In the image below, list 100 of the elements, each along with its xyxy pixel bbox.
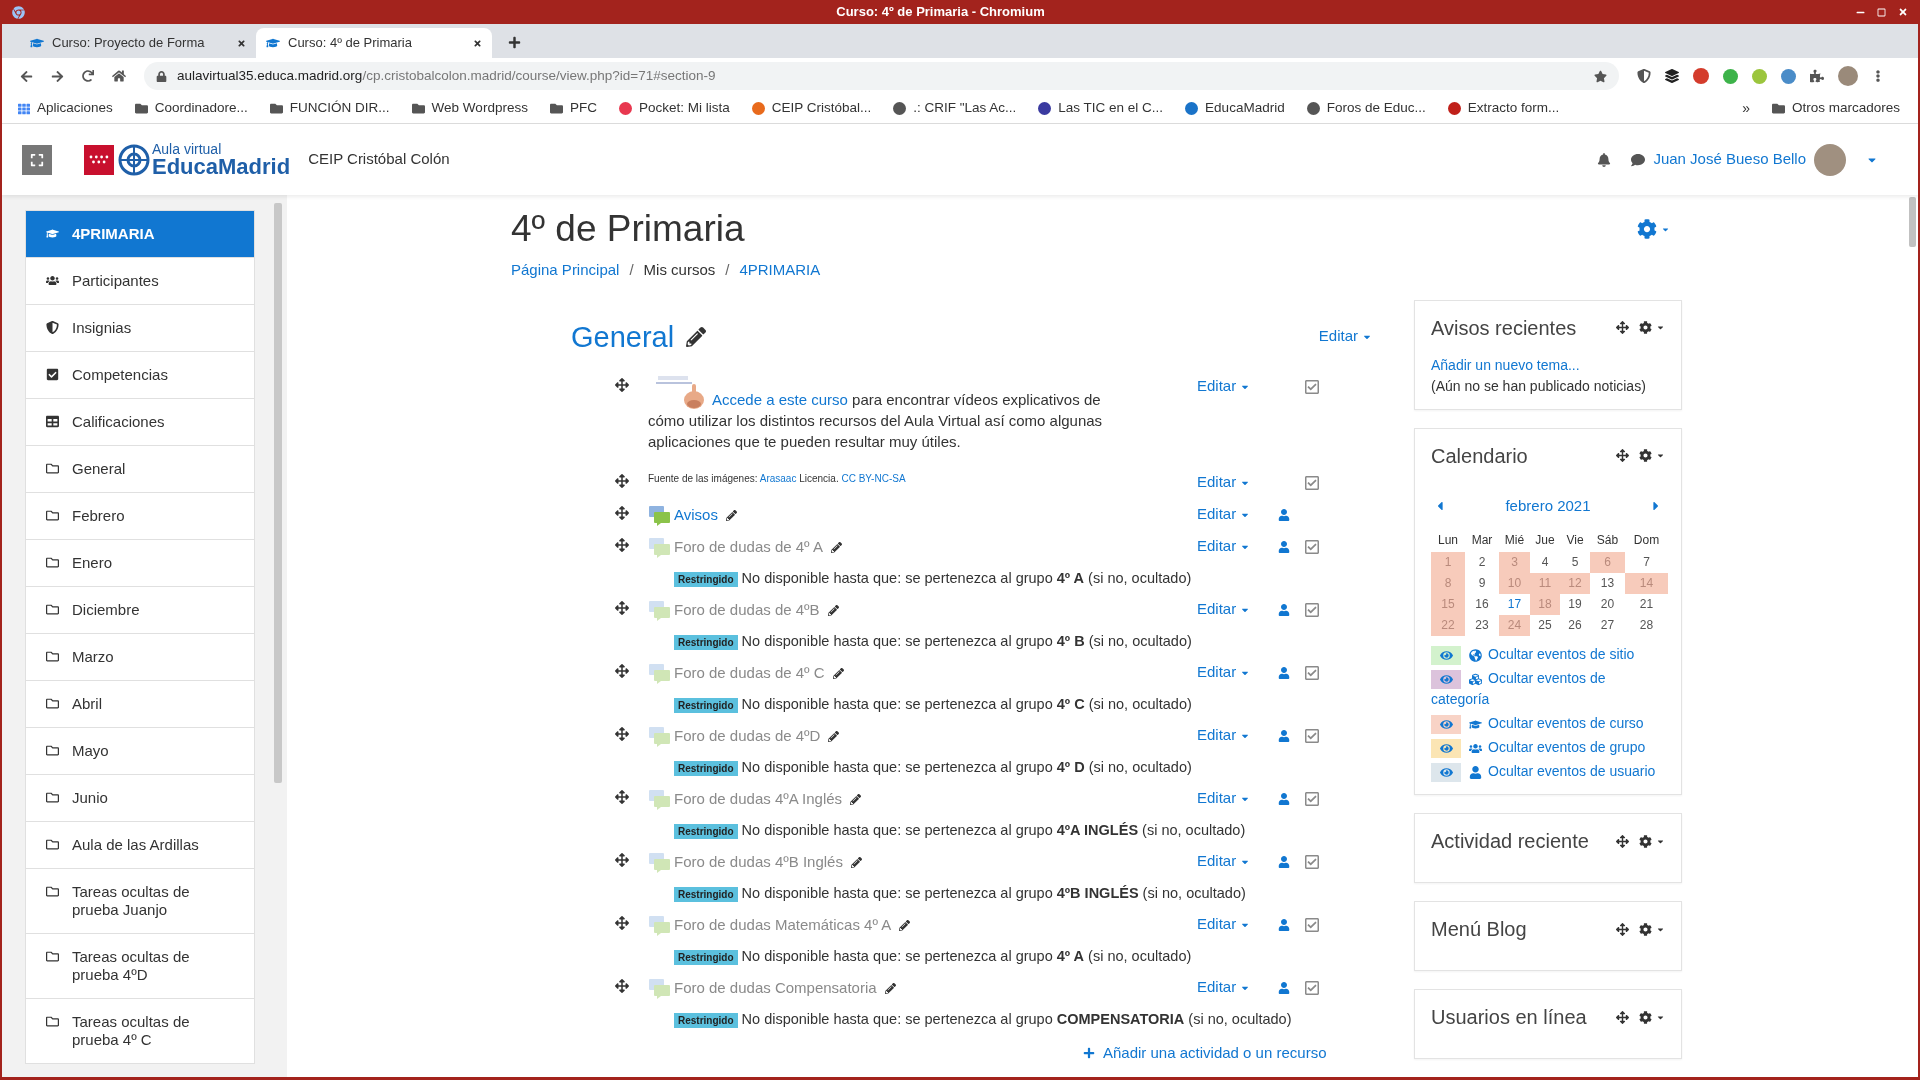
scrollbar-thumb[interactable] (1908, 197, 1916, 247)
back-icon[interactable] (20, 69, 33, 83)
user-icon[interactable] (1278, 729, 1290, 742)
edit-title-icon[interactable] (850, 794, 862, 805)
edit-title-icon[interactable] (850, 857, 862, 868)
user-icon[interactable] (1278, 540, 1290, 553)
user-icon[interactable] (1278, 981, 1290, 994)
extensions-icon[interactable] (1810, 69, 1824, 83)
user-icon[interactable] (1278, 918, 1290, 931)
edit-menu-button[interactable]: Editar (1197, 503, 1251, 526)
bookmark[interactable]: Otros marcadores (1771, 98, 1900, 119)
bookmark[interactable]: Pocket: Mi lista (618, 98, 730, 119)
edit-title-icon[interactable] (827, 605, 839, 616)
close-tab-icon[interactable] (237, 38, 246, 48)
move-icon[interactable] (1616, 922, 1629, 936)
edit-title-icon[interactable] (899, 920, 911, 931)
edit-menu-button[interactable]: Editar (1318, 325, 1372, 348)
completion-checkbox[interactable] (1303, 538, 1320, 555)
messages-icon[interactable] (1631, 152, 1646, 167)
nav-drawer-item[interactable]: General (25, 445, 255, 493)
lock-icon[interactable] (156, 70, 167, 82)
home-icon[interactable] (112, 69, 126, 83)
nav-drawer-item[interactable]: Marzo (25, 633, 255, 681)
move-icon[interactable] (615, 473, 629, 488)
nav-drawer-item[interactable]: Febrero (25, 492, 255, 540)
nav-drawer-item[interactable]: Participantes (25, 257, 255, 305)
browser-tab[interactable]: Curso: 4º de Primaria (256, 28, 492, 58)
hide-events-link[interactable]: Ocultar eventos de usuario (1431, 761, 1665, 782)
block-settings-button[interactable] (1639, 1010, 1665, 1024)
month-link[interactable]: febrero 2021 (1505, 494, 1591, 517)
bookmark[interactable]: PFC (549, 98, 597, 119)
settings-menu-button[interactable] (1637, 219, 1670, 239)
nav-drawer-item[interactable]: Insignias (25, 304, 255, 352)
forum-link[interactable]: Foro de dudas 4ºA Inglés (674, 788, 843, 811)
hide-events-link[interactable]: Ocultar eventos de categoría (1431, 668, 1665, 710)
drawer-toggle-button[interactable] (22, 144, 52, 175)
completion-checkbox[interactable] (1303, 378, 1320, 395)
edit-title-icon[interactable] (832, 668, 844, 679)
block-settings-button[interactable] (1639, 449, 1665, 462)
forum-link[interactable]: Foro de dudas 4ºB Inglés (674, 851, 843, 874)
notifications-icon[interactable] (1597, 152, 1612, 167)
browser-tab[interactable]: Curso: Proyecto de Forma (20, 28, 256, 58)
completion-checkbox[interactable] (1303, 474, 1320, 491)
forum-link[interactable]: Foro de dudas de 4º C (674, 662, 825, 685)
block-settings-button[interactable] (1639, 321, 1665, 334)
move-icon[interactable] (615, 915, 629, 930)
breadcrumb-link[interactable]: Página Principal (511, 259, 620, 282)
bookmark[interactable]: EducaMadrid (1185, 98, 1285, 119)
move-icon[interactable] (1616, 449, 1629, 462)
move-icon[interactable] (615, 600, 629, 615)
new-tab-icon[interactable] (508, 36, 521, 49)
move-icon[interactable] (615, 663, 629, 678)
bookmark[interactable]: Las TIC en el C... (1038, 98, 1164, 119)
extension-icon[interactable] (1723, 68, 1738, 84)
user-icon[interactable] (1278, 508, 1290, 521)
nav-drawer-item[interactable]: Tareas ocultas de prueba 4ºD (25, 933, 255, 999)
completion-checkbox[interactable] (1303, 664, 1320, 681)
nav-drawer-item[interactable]: Aula de las Ardillas (25, 821, 255, 869)
edit-menu-button[interactable]: Editar (1197, 976, 1251, 999)
move-icon[interactable] (615, 978, 629, 993)
source-link[interactable]: Arasaac (759, 472, 797, 484)
bookmark[interactable]: Coordinadore... (134, 98, 248, 119)
edit-title-icon[interactable] (725, 510, 737, 521)
edit-title-icon[interactable] (686, 326, 707, 347)
edit-menu-button[interactable]: Editar (1197, 535, 1251, 558)
nav-drawer-item[interactable]: 4PRIMARIA (25, 210, 255, 258)
bookmark[interactable]: CEIP Cristóbal... (751, 98, 872, 119)
forum-link[interactable]: Foro de dudas de 4ºB (674, 599, 820, 622)
forward-icon[interactable] (51, 69, 64, 83)
edit-title-icon[interactable] (830, 542, 842, 553)
edit-menu-button[interactable]: Editar (1197, 598, 1251, 621)
hide-events-link[interactable]: Ocultar eventos de curso (1431, 713, 1665, 734)
move-icon[interactable] (615, 505, 629, 520)
hide-events-link[interactable]: Ocultar eventos de grupo (1431, 737, 1665, 758)
user-icon[interactable] (1278, 792, 1290, 805)
bookmark[interactable]: Extracto form... (1447, 98, 1560, 119)
breadcrumb-link[interactable]: 4PRIMARIA (739, 259, 821, 282)
edit-menu-button[interactable]: Editar (1197, 471, 1251, 494)
block-settings-button[interactable] (1639, 922, 1665, 936)
reload-icon[interactable] (82, 70, 94, 82)
edit-title-icon[interactable] (828, 731, 840, 742)
completion-checkbox[interactable] (1303, 601, 1320, 618)
avatar[interactable] (1838, 66, 1858, 86)
user-menu-link[interactable]: Juan José Bueso Bello (1653, 148, 1806, 171)
move-icon[interactable] (615, 852, 629, 867)
bookmark[interactable]: Foros de Educ... (1306, 98, 1426, 119)
more-bookmarks-button[interactable]: » (1742, 98, 1750, 119)
nav-drawer-item[interactable]: Calificaciones (25, 398, 255, 446)
move-icon[interactable] (615, 789, 629, 804)
add-activity-link[interactable]: Añadir una actividad o un recurso (1103, 1041, 1327, 1064)
move-icon[interactable] (615, 537, 629, 552)
forum-link[interactable]: Foro de dudas Compensatoria (674, 977, 877, 1000)
shield-icon[interactable] (1637, 69, 1651, 83)
completion-checkbox[interactable] (1303, 790, 1320, 807)
layers-icon[interactable] (1665, 69, 1679, 83)
move-icon[interactable] (1616, 1010, 1629, 1024)
nav-drawer-item[interactable]: Abril (25, 680, 255, 728)
edit-menu-button[interactable]: Editar (1197, 375, 1251, 398)
completion-checkbox[interactable] (1303, 916, 1320, 933)
scrollbar-thumb[interactable] (274, 203, 282, 783)
